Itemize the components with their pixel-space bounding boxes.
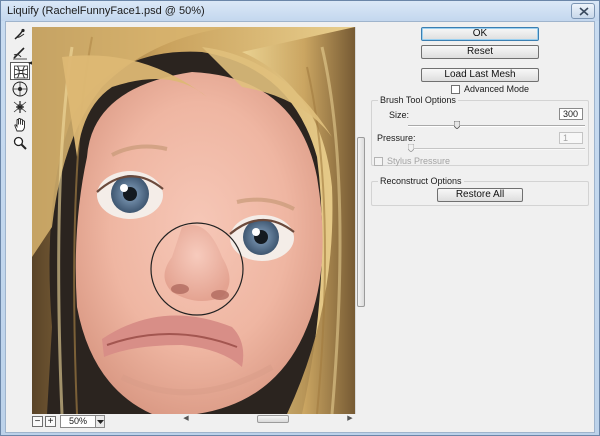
push-left-tool[interactable]: [10, 98, 30, 116]
ok-button[interactable]: OK: [421, 27, 539, 41]
restore-all-button[interactable]: Restore All: [437, 188, 523, 202]
face-photo: [32, 27, 355, 414]
reconstruct-options-title: Reconstruct Options: [378, 176, 464, 186]
bloat-tool[interactable]: [10, 80, 30, 98]
stylus-pressure-checkbox[interactable]: [374, 157, 383, 166]
brush-tool-options-title: Brush Tool Options: [378, 95, 458, 105]
stylus-pressure-label: Stylus Pressure: [387, 156, 451, 166]
liquify-window: Liquify (RachelFunnyFace1.psd @ 50%) ◀ ▶…: [0, 0, 600, 436]
zoom-out-button[interactable]: −: [32, 416, 43, 427]
close-button[interactable]: [571, 3, 595, 19]
size-slider-thumb[interactable]: [454, 121, 460, 129]
pressure-slider-thumb[interactable]: [408, 144, 414, 152]
hand-tool[interactable]: [10, 116, 30, 134]
size-slider-track[interactable]: [408, 125, 585, 127]
pressure-label: Pressure:: [377, 133, 416, 143]
size-input[interactable]: 300: [559, 108, 583, 120]
zoom-dropdown-button[interactable]: [95, 415, 105, 428]
title-bar[interactable]: Liquify (RachelFunnyFace1.psd @ 50%): [1, 1, 599, 21]
bloat-icon: [12, 81, 28, 97]
preview-horizontal-scrollbar[interactable]: ◀ ▶: [181, 414, 355, 424]
dialog-body: ◀ ▶ − + 50% OK Reset Load Last Mesh Adva…: [5, 21, 595, 433]
scroll-right-icon[interactable]: ▶: [345, 414, 355, 424]
window-title: Liquify (RachelFunnyFace1.psd @ 50%): [7, 5, 205, 17]
preview-vertical-scrollbar[interactable]: [355, 27, 365, 414]
toolbox: [10, 26, 30, 150]
chevron-down-icon: [97, 420, 104, 424]
scroll-left-icon[interactable]: ◀: [181, 414, 191, 424]
load-last-mesh-button[interactable]: Load Last Mesh: [421, 68, 539, 82]
zoom-level-field[interactable]: 50%: [60, 415, 96, 428]
zoom-in-button[interactable]: +: [45, 416, 56, 427]
pressure-slider-track[interactable]: [408, 148, 585, 150]
horizontal-scroll-thumb[interactable]: [257, 415, 289, 423]
forward-warp-tool[interactable]: [10, 26, 30, 44]
hand-icon: [14, 118, 25, 132]
size-label: Size:: [389, 110, 410, 120]
vertical-scroll-thumb[interactable]: [357, 137, 365, 307]
close-icon: [579, 7, 589, 16]
zoom-icon: [13, 136, 27, 150]
advanced-mode-checkbox[interactable]: [451, 85, 460, 94]
advanced-mode-label: Advanced Mode: [464, 84, 530, 94]
forward-warp-icon: [14, 28, 25, 40]
pressure-input[interactable]: 1: [559, 132, 583, 144]
push-left-icon: [13, 101, 27, 113]
image-preview-canvas[interactable]: [32, 27, 355, 414]
zoom-tool[interactable]: [10, 134, 30, 152]
reset-button[interactable]: Reset: [421, 45, 539, 59]
